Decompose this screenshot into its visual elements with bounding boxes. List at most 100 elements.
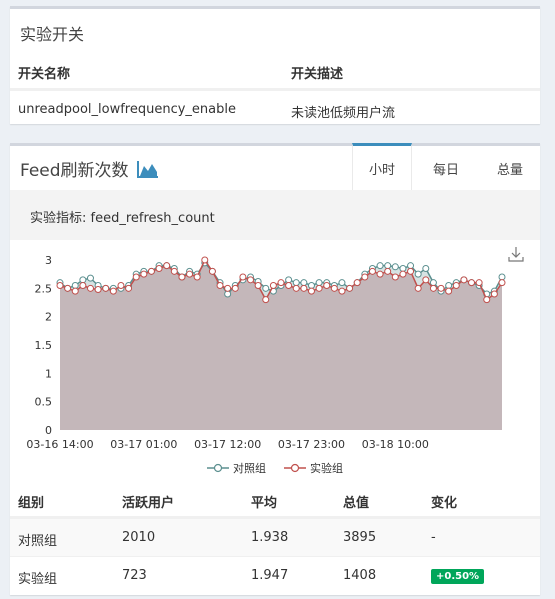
active-users-cell: 2010 [122, 530, 156, 545]
data-point [285, 276, 293, 284]
group-cell: 实验组 [18, 572, 58, 587]
data-point [361, 273, 369, 281]
data-point [231, 284, 239, 292]
y-tick-label: 0.5 [35, 396, 53, 409]
data-point [460, 276, 468, 284]
y-tick-label: 2.5 [35, 282, 53, 295]
table-row: 实验组 723 1.947 1408 +0.50% [10, 556, 540, 594]
data-point [384, 262, 392, 270]
data-point [338, 287, 346, 295]
data-point [216, 282, 224, 289]
data-point [170, 267, 178, 275]
x-tick-label: 03-17 12:00 [194, 438, 261, 451]
data-point [414, 270, 422, 278]
y-tick-label: 2 [45, 311, 52, 324]
group-cell: 对照组 [18, 534, 58, 549]
data-point [391, 273, 399, 281]
data-point [445, 287, 453, 295]
data-point [330, 284, 338, 292]
data-point [414, 284, 422, 292]
switch-card: 实验开关 开关名称 开关描述 unreadpool_lowfrequency_e… [10, 6, 540, 124]
data-point [422, 276, 430, 284]
data-point [292, 284, 300, 292]
data-point [86, 284, 94, 292]
data-point [79, 282, 87, 289]
data-point [186, 270, 194, 278]
data-point [437, 284, 445, 292]
legend-control-marker [207, 463, 229, 473]
data-point [353, 279, 361, 287]
average-cell: 1.938 [251, 530, 289, 545]
data-point [376, 262, 384, 270]
data-point [71, 287, 79, 295]
data-point [262, 296, 270, 304]
time-tabs: 小时 每日 总量 [348, 143, 540, 190]
legend-experiment[interactable]: 实验组 [284, 460, 343, 476]
data-point [224, 290, 232, 298]
data-point [262, 284, 270, 292]
data-point [323, 282, 331, 289]
data-point [125, 284, 133, 292]
active-users-cell: 723 [122, 568, 147, 583]
header-total: 总值 [343, 496, 370, 511]
data-point [483, 296, 491, 304]
tab-daily[interactable]: 每日 [416, 146, 476, 190]
switch-name-cell: unreadpool_lowfrequency_enable [18, 102, 236, 117]
legend-control[interactable]: 对照组 [207, 460, 266, 476]
switch-desc-cell: 未读池低频用户流 [291, 106, 396, 121]
total-cell: 3895 [343, 530, 377, 545]
total-cell: 1408 [343, 568, 377, 583]
data-point [445, 282, 453, 289]
chart-area: 0 0.5 1 1.5 2 2.5 3 03-16 14:00 03-17 01:00 03-17… [10, 240, 540, 480]
data-point [269, 282, 277, 289]
change-badge: +0.50% [431, 569, 485, 584]
data-point [307, 282, 315, 289]
data-point [247, 276, 255, 284]
y-tick-label: 0 [45, 424, 52, 437]
tab-total[interactable]: 总量 [480, 146, 540, 190]
data-point [391, 263, 399, 271]
data-point [56, 282, 64, 289]
data-point [399, 265, 407, 272]
header-change: 变化 [431, 496, 458, 511]
data-point [132, 273, 140, 281]
feed-refresh-chart: 0 0.5 1 1.5 2 2.5 3 03-16 14:00 03-17 01:00 03-17… [26, 254, 506, 451]
data-point [468, 279, 476, 287]
tab-hourly[interactable]: 小时 [352, 143, 412, 190]
data-point [452, 282, 460, 289]
feed-refresh-card: Feed刷新次数 小时 每日 总量 实验指标: feed_refresh_cou… [10, 143, 540, 595]
x-tick-label: 03-18 10:00 [362, 438, 429, 451]
x-tick-label: 03-17 01:00 [110, 438, 177, 451]
data-point [140, 270, 148, 278]
data-point [64, 284, 72, 292]
data-point [102, 284, 110, 292]
data-point [498, 273, 506, 281]
data-point [368, 267, 376, 275]
data-point [429, 284, 437, 292]
data-point [292, 279, 300, 287]
stats-table-header: 组别 活跃用户 平均 总值 变化 [10, 482, 540, 518]
switch-card-title: 实验开关 [20, 25, 85, 44]
data-point [490, 290, 498, 298]
data-point [315, 279, 323, 287]
data-point [94, 285, 102, 293]
average-cell: 1.947 [251, 568, 289, 583]
table-row: unreadpool_lowfrequency_enable 未读池低频用户流 [10, 90, 540, 127]
data-point [285, 282, 293, 289]
area-chart-icon[interactable] [136, 160, 159, 178]
download-icon[interactable] [508, 246, 524, 262]
data-point [239, 273, 247, 281]
data-point [277, 279, 285, 287]
legend-control-label: 对照组 [233, 462, 266, 475]
data-point [338, 279, 346, 287]
feed-card-title: Feed刷新次数 [20, 156, 159, 181]
data-point [399, 270, 407, 278]
data-point [300, 279, 308, 287]
data-point [208, 267, 216, 275]
change-cell: - [431, 530, 436, 545]
data-point [346, 284, 354, 292]
data-point [71, 282, 79, 289]
data-point [407, 267, 415, 275]
feed-card-title-text: Feed刷新次数 [20, 161, 129, 181]
data-point [498, 279, 506, 287]
